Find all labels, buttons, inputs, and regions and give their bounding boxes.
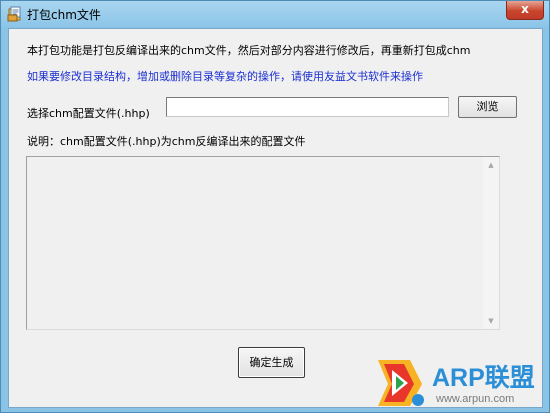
document-package-icon (7, 6, 21, 22)
watermark: ARP联盟 www.arpun.com (368, 350, 550, 414)
scroll-up-arrow-icon[interactable]: ▲ (486, 160, 496, 170)
browse-button[interactable]: 浏览 (458, 96, 517, 118)
app-window: 打包chm文件 x 本打包功能是打包反编译出来的chm文件，然后对部分内容进行修… (0, 0, 550, 413)
note-text: 如果要修改目录结构，增加或删除目录等复杂的操作，请使用友益文书软件来操作 (27, 70, 423, 83)
hhp-file-input[interactable] (166, 97, 449, 117)
close-icon: x (521, 2, 529, 16)
output-textarea[interactable]: ▲ ▼ (26, 156, 500, 330)
scroll-down-arrow-icon[interactable]: ▼ (486, 316, 496, 326)
close-button[interactable]: x (506, 1, 544, 20)
description-text: 说明：chm配置文件(.hhp)为chm反编译出来的配置文件 (27, 135, 306, 148)
generate-button[interactable]: 确定生成 (238, 347, 305, 378)
intro-text: 本打包功能是打包反编译出来的chm文件，然后对部分内容进行修改后，再重新打包成c… (27, 44, 471, 57)
arp-logo-icon (378, 360, 424, 406)
vertical-scrollbar[interactable]: ▲ ▼ (483, 157, 499, 329)
title-bar[interactable]: 打包chm文件 x (1, 1, 549, 27)
watermark-name: ARP联盟 (432, 364, 535, 392)
file-label: 选择chm配置文件(.hhp) (27, 107, 150, 120)
window-title: 打包chm文件 (27, 8, 101, 22)
watermark-url: www.arpun.com (436, 393, 515, 405)
